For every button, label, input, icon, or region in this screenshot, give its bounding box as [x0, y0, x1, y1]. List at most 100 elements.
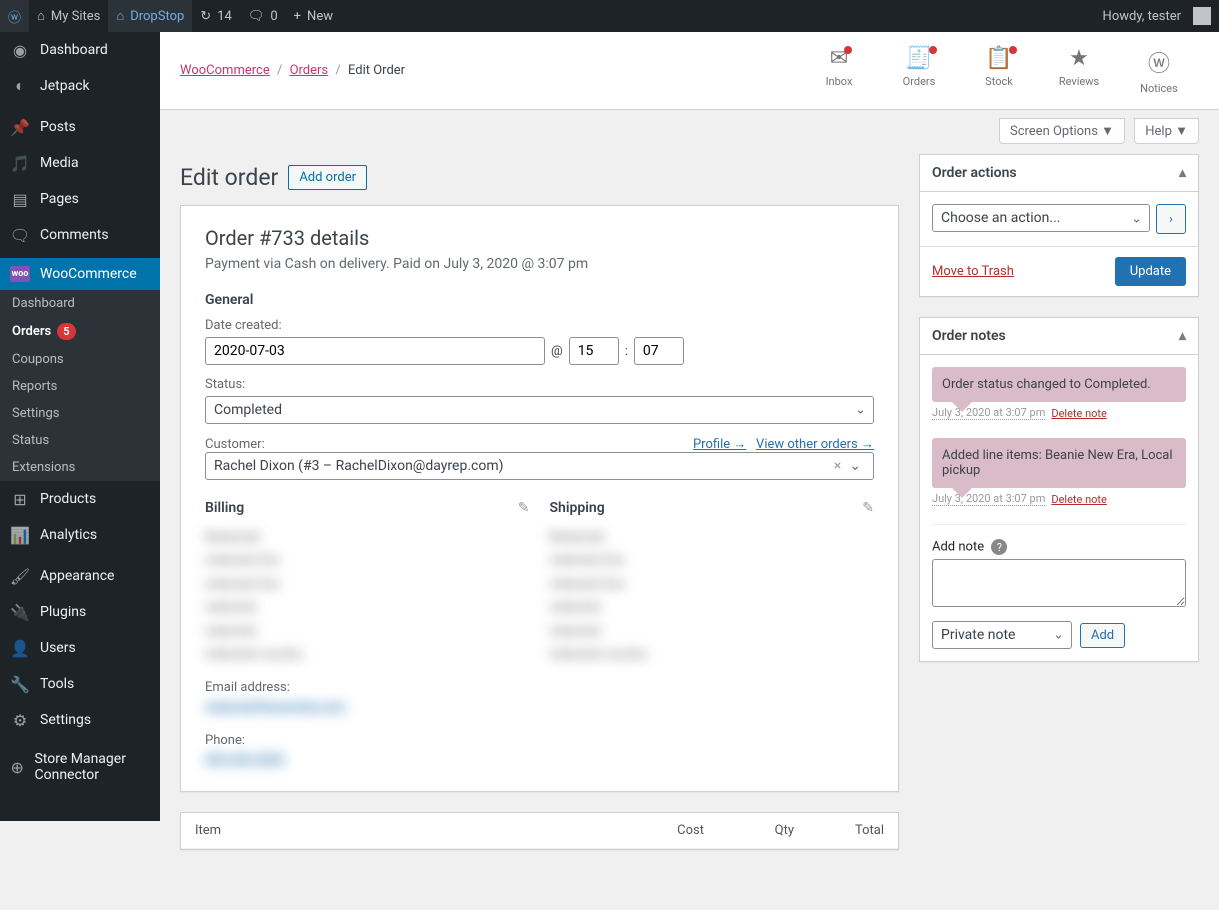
submenu-extensions[interactable]: Extensions: [0, 454, 160, 481]
menu-dashboard[interactable]: ◉Dashboard: [0, 32, 160, 68]
clear-customer-icon[interactable]: ×: [830, 458, 845, 474]
inbox-icon: ✉: [830, 46, 848, 71]
submenu-orders[interactable]: Orders5: [0, 317, 160, 346]
menu-media[interactable]: 🎵Media: [0, 145, 160, 181]
customer-select[interactable]: Rachel Dixon (#3 – RachelDixon@dayrep.co…: [205, 452, 874, 480]
delete-note-link[interactable]: Delete note: [1051, 493, 1107, 506]
col-total: Total: [794, 823, 884, 838]
profile-link[interactable]: Profile →: [693, 437, 746, 452]
header-stock[interactable]: 📋Stock: [959, 32, 1039, 109]
page-title: Edit order Add order: [180, 164, 899, 191]
users-icon: 👤: [10, 638, 30, 658]
new-content[interactable]: +New: [286, 0, 341, 32]
order-title: Order #733 details: [205, 226, 874, 250]
chevron-down-icon[interactable]: ⌄: [845, 458, 865, 474]
header-reviews[interactable]: ★Reviews: [1039, 32, 1119, 109]
phone-label: Phone:: [205, 733, 530, 748]
jetpack-icon: ◐: [10, 76, 30, 96]
appearance-icon: 🖌: [10, 566, 30, 586]
menu-plugins[interactable]: 🔌Plugins: [0, 594, 160, 630]
howdy[interactable]: Howdy, tester: [1095, 0, 1219, 32]
comments-top[interactable]: 🗨0: [240, 0, 286, 32]
menu-woocommerce[interactable]: wooWooCommerce: [0, 258, 160, 290]
col-cost: Cost: [614, 823, 704, 838]
header-orders[interactable]: 🧾Orders: [879, 32, 959, 109]
site-name[interactable]: ⌂DropStop: [108, 0, 192, 32]
stock-icon: 📋: [985, 46, 1012, 71]
update-button[interactable]: Update: [1115, 257, 1186, 286]
date-input[interactable]: [205, 337, 545, 365]
breadcrumb-woocommerce[interactable]: WooCommerce: [180, 63, 270, 78]
reviews-icon: ★: [1069, 46, 1089, 71]
my-sites[interactable]: ⌂My Sites: [29, 0, 108, 32]
menu-pages[interactable]: ▤Pages: [0, 181, 160, 217]
add-note-button[interactable]: Add: [1080, 623, 1125, 648]
billing-email: redacted@example.com: [205, 695, 530, 718]
products-icon: ⊞: [10, 489, 30, 509]
submenu-settings[interactable]: Settings: [0, 400, 160, 427]
menu-analytics[interactable]: 📊Analytics: [0, 517, 160, 553]
shipping-address: Redactedredacted lineredacted lineredact…: [550, 526, 875, 666]
orders-count-badge: 5: [57, 323, 75, 340]
tools-icon: 🔧: [10, 674, 30, 694]
media-icon: 🎵: [10, 153, 30, 173]
breadcrumb: WooCommerce / Orders / Edit Order: [180, 63, 405, 78]
screen-options-toggle[interactable]: Screen Options ▼: [999, 118, 1125, 144]
breadcrumb-current: Edit Order: [348, 63, 405, 78]
edit-shipping-icon[interactable]: ✎: [862, 500, 874, 516]
order-action-select[interactable]: Choose an action...: [932, 204, 1150, 232]
menu-posts[interactable]: 📌Posts: [0, 109, 160, 145]
settings-icon: ⚙: [10, 710, 30, 730]
note-type-select[interactable]: Private note: [932, 621, 1072, 649]
add-note-label: Add note ?: [932, 539, 1186, 555]
menu-settings[interactable]: ⚙Settings: [0, 702, 160, 738]
hour-input[interactable]: [569, 337, 619, 365]
updates[interactable]: ↻14: [192, 0, 240, 32]
order-actions-title: Order actions: [932, 165, 1017, 181]
menu-comments[interactable]: 🗨Comments: [0, 217, 160, 253]
breadcrumb-orders[interactable]: Orders: [290, 63, 329, 78]
add-note-textarea[interactable]: [932, 559, 1186, 607]
menu-products[interactable]: ⊞Products: [0, 481, 160, 517]
toggle-panel-icon[interactable]: ▴: [1179, 328, 1186, 344]
wp-logo[interactable]: ⓦ: [0, 0, 29, 32]
order-notes-title: Order notes: [932, 328, 1006, 344]
note-timestamp: July 3, 2020 at 3:07 pm: [932, 406, 1045, 420]
add-order-button[interactable]: Add order: [288, 165, 367, 190]
general-heading: General: [205, 292, 874, 308]
menu-users[interactable]: 👤Users: [0, 630, 160, 666]
note-timestamp: July 3, 2020 at 3:07 pm: [932, 492, 1045, 506]
menu-appearance[interactable]: 🖌Appearance: [0, 558, 160, 594]
dashboard-icon: ◉: [10, 40, 30, 60]
toggle-panel-icon[interactable]: ▴: [1179, 165, 1186, 181]
submenu-coupons[interactable]: Coupons: [0, 346, 160, 373]
time-colon: :: [625, 344, 628, 359]
avatar-icon: [1193, 7, 1211, 25]
menu-jetpack[interactable]: ◐Jetpack: [0, 68, 160, 104]
minute-input[interactable]: [634, 337, 684, 365]
view-other-orders-link[interactable]: View other orders →: [756, 437, 874, 452]
menu-tools[interactable]: 🔧Tools: [0, 666, 160, 702]
move-to-trash-link[interactable]: Move to Trash: [932, 264, 1014, 279]
order-subtitle: Payment via Cash on delivery. Paid on Ju…: [205, 256, 874, 272]
help-icon[interactable]: ?: [991, 539, 1007, 555]
delete-note-link[interactable]: Delete note: [1051, 407, 1107, 420]
run-action-button[interactable]: ›: [1156, 204, 1186, 234]
order-note: Order status changed to Completed.: [932, 367, 1186, 402]
submenu-status[interactable]: Status: [0, 427, 160, 454]
edit-billing-icon[interactable]: ✎: [518, 500, 530, 516]
billing-phone: 000 000 0000: [205, 748, 530, 771]
status-select[interactable]: Completed: [205, 396, 874, 424]
menu-store-manager[interactable]: ⊕Store Manager Connector: [0, 743, 160, 791]
header-inbox[interactable]: ✉Inbox: [799, 32, 879, 109]
header-notices[interactable]: ⓦNotices: [1119, 32, 1199, 109]
help-toggle[interactable]: Help ▼: [1134, 118, 1199, 144]
analytics-icon: 📊: [10, 525, 30, 545]
email-label: Email address:: [205, 680, 530, 695]
billing-address: Redactedredacted lineredacted lineredact…: [205, 526, 530, 666]
comments-icon: 🗨: [10, 225, 30, 245]
customer-value: Rachel Dixon (#3 – RachelDixon@dayrep.co…: [214, 458, 503, 474]
col-qty: Qty: [704, 823, 794, 838]
submenu-dashboard[interactable]: Dashboard: [0, 290, 160, 317]
submenu-reports[interactable]: Reports: [0, 373, 160, 400]
